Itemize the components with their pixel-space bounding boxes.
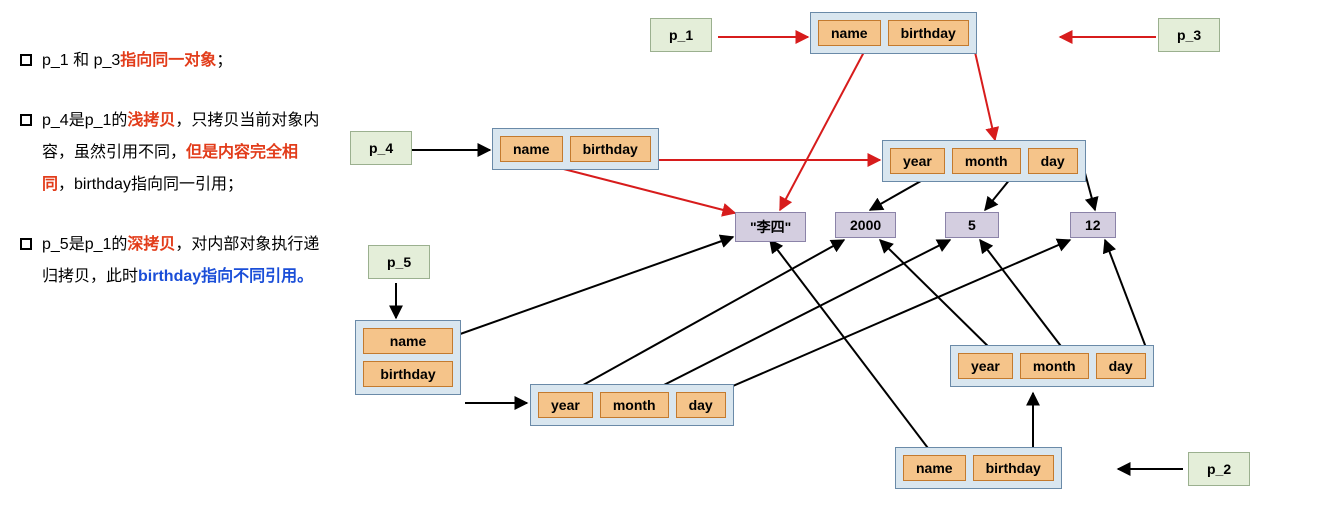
obj-date-5: year month day [530, 384, 734, 426]
field-birthday: birthday [363, 361, 453, 387]
var-p3: p_3 [1158, 18, 1220, 52]
text: p_1 和 p_3 [42, 52, 120, 69]
obj-person-4: name birthday [492, 128, 659, 170]
var-p1: p_1 [650, 18, 712, 52]
highlight-red: 深拷贝 [127, 236, 175, 253]
field-name: name [500, 136, 563, 162]
obj-date-shared: year month day [882, 140, 1086, 182]
field-day: day [1096, 353, 1146, 379]
bullet-icon [20, 114, 32, 126]
obj-person-5: name birthday [355, 320, 461, 395]
field-birthday: birthday [888, 20, 969, 46]
val-name: "李四" [735, 212, 806, 242]
field-month: month [952, 148, 1021, 174]
field-name: name [818, 20, 881, 46]
field-month: month [600, 392, 669, 418]
var-p2: p_2 [1188, 452, 1250, 486]
arrows-svg [340, 0, 1331, 513]
val-day: 12 [1070, 212, 1116, 238]
val-month: 5 [945, 212, 999, 238]
val-year: 2000 [835, 212, 896, 238]
obj-date-2: year month day [950, 345, 1154, 387]
object-diagram: p_1 p_3 p_4 p_5 p_2 name birthday name b… [340, 0, 1331, 513]
field-day: day [676, 392, 726, 418]
notes-panel: p_1 和 p_3指向同一对象； p_4是p_1的浅拷贝，只拷贝当前对象内容，虽… [20, 45, 325, 321]
highlight-red: 浅拷贝 [127, 112, 175, 129]
obj-person-2: name birthday [895, 447, 1062, 489]
bullet-icon [20, 54, 32, 66]
field-day: day [1028, 148, 1078, 174]
field-month: month [1020, 353, 1089, 379]
field-year: year [890, 148, 945, 174]
field-birthday: birthday [973, 455, 1054, 481]
field-name: name [363, 328, 453, 354]
field-year: year [538, 392, 593, 418]
var-p4: p_4 [350, 131, 412, 165]
obj-person-1: name birthday [810, 12, 977, 54]
text: ； [216, 52, 232, 69]
field-name: name [903, 455, 966, 481]
field-birthday: birthday [570, 136, 651, 162]
highlight-blue: birthday指向不同引用。 [138, 268, 313, 285]
bullet-3: p_5是p_1的深拷贝，对内部对象执行递归拷贝，此时birthday指向不同引用… [20, 229, 325, 293]
text: p_5是p_1的 [42, 236, 127, 253]
text: ，birthday指向同一引用； [58, 176, 243, 193]
field-year: year [958, 353, 1013, 379]
bullet-icon [20, 238, 32, 250]
var-p5: p_5 [368, 245, 430, 279]
text: p_4是p_1的 [42, 112, 127, 129]
bullet-2: p_4是p_1的浅拷贝，只拷贝当前对象内容，虽然引用不同，但是内容完全相同，bi… [20, 105, 325, 201]
bullet-1: p_1 和 p_3指向同一对象； [20, 45, 325, 77]
highlight-red: 指向同一对象 [120, 52, 216, 69]
